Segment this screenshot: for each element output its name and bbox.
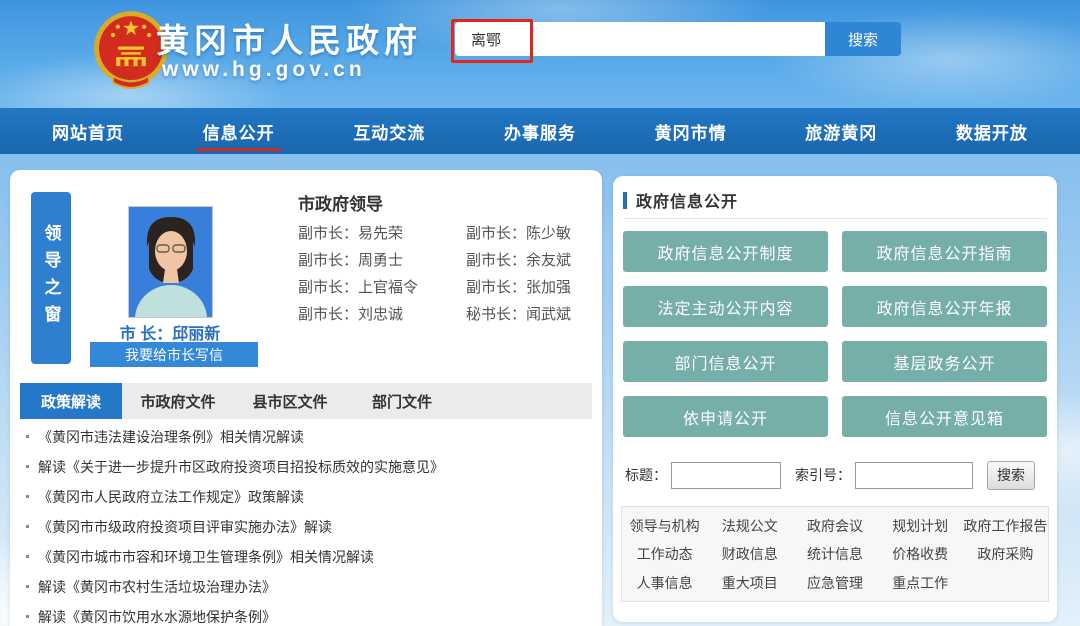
panel-search-button[interactable]: 搜索 — [987, 461, 1035, 490]
mayor-portrait-image — [129, 207, 213, 318]
gov-info-disclosure-card: 政府信息公开 政府信息公开制度 政府信息公开指南 法定主动公开内容 政府信息公开… — [613, 176, 1057, 622]
btn-grassroots-disclosure[interactable]: 基层政务公开 — [842, 341, 1047, 382]
list-item[interactable]: 《黄冈市城市市容和环境卫生管理条例》相关情况解读 — [24, 548, 596, 566]
policy-interpretation-list: 《黄冈市违法建设治理条例》相关情况解读 解读《关于进一步提升市区政府投资项目招投… — [24, 428, 596, 626]
leader-window-tab[interactable]: 领导之窗 — [31, 192, 71, 364]
list-item[interactable]: 《黄冈市市级政府投资项目评审实施办法》解读 — [24, 518, 596, 536]
header-search-button[interactable]: 搜索 — [825, 22, 901, 56]
site-url: www.hg.gov.cn — [162, 58, 366, 82]
quick-link[interactable]: 应急管理 — [807, 573, 863, 593]
quick-links-panel: 领导与机构 法规公文 政府会议 规划计划 政府工作报告 工作动态 财政信息 统计… — [621, 506, 1049, 602]
leader-entry[interactable]: 副市长：上官福令 — [298, 279, 466, 296]
quick-link[interactable]: 价格收费 — [892, 544, 948, 564]
quick-link[interactable]: 政府采购 — [977, 544, 1033, 564]
leader-and-policy-card: 领导之窗 市 长：邱丽新 我要给市长写信 市政府领导 副市长：易先荣 副市长：陈… — [10, 170, 602, 626]
leader-entry[interactable]: 副市长：余友斌 — [466, 252, 598, 269]
mayor-name-link[interactable]: 市 长：邱丽新 — [70, 320, 270, 344]
document-tab-bar: 政策解读 市政府文件 县市区文件 部门文件 — [20, 383, 592, 419]
main-nav: 网站首页 信息公开 互动交流 办事服务 黄冈市情 旅游黄冈 数据开放 — [0, 108, 1080, 154]
quick-link[interactable]: 重点工作 — [892, 573, 948, 593]
nav-item-info-disclosure[interactable]: 信息公开 — [203, 108, 275, 154]
quick-link[interactable]: 工作动态 — [637, 544, 693, 564]
divider — [623, 218, 1047, 219]
btn-disclosure-guide[interactable]: 政府信息公开指南 — [842, 231, 1047, 272]
nav-item-services[interactable]: 办事服务 — [504, 108, 576, 154]
site-header: 黄冈市人民政府 www.hg.gov.cn 搜索 — [0, 0, 1080, 108]
tab-department-documents[interactable]: 部门文件 — [346, 383, 458, 419]
page: 黄冈市人民政府 www.hg.gov.cn 搜索 网站首页 信息公开 互动交流 … — [0, 0, 1080, 626]
site-title: 黄冈市人民政府 — [156, 14, 422, 62]
title-search-input[interactable] — [671, 462, 781, 489]
quick-link[interactable]: 法规公文 — [722, 516, 778, 536]
list-item[interactable]: 解读《黄冈市饮用水水源地保护条例》 — [24, 608, 596, 626]
panel-title: 政府信息公开 — [636, 188, 738, 212]
index-number-input[interactable] — [855, 462, 973, 489]
nav-item-interaction[interactable]: 互动交流 — [353, 108, 425, 154]
btn-disclosure-on-request[interactable]: 依申请公开 — [623, 396, 828, 437]
leader-entry[interactable]: 副市长：陈少敏 — [466, 225, 598, 242]
nav-item-open-data[interactable]: 数据开放 — [956, 108, 1028, 154]
btn-disclosure-system[interactable]: 政府信息公开制度 — [623, 231, 828, 272]
btn-annual-report[interactable]: 政府信息公开年报 — [842, 286, 1047, 327]
write-to-mayor-button[interactable]: 我要给市长写信 — [90, 342, 258, 367]
mayor-portrait-photo[interactable] — [128, 206, 213, 318]
gov-leaders-heading: 市政府领导 — [298, 190, 383, 215]
nav-item-city-profile[interactable]: 黄冈市情 — [655, 108, 727, 154]
tab-policy-interpretation[interactable]: 政策解读 — [20, 383, 122, 419]
document-search-form: 标题： 索引号： 搜索 — [625, 460, 1049, 490]
btn-department-disclosure[interactable]: 部门信息公开 — [623, 341, 828, 382]
quick-link[interactable]: 规划计划 — [892, 516, 948, 536]
list-item[interactable]: 《黄冈市人民政府立法工作规定》政策解读 — [24, 488, 596, 506]
title-accent-bar — [623, 192, 627, 209]
title-field-label: 标题： — [625, 465, 667, 485]
leader-entry[interactable]: 副市长：张加强 — [466, 279, 598, 296]
nav-item-tourism[interactable]: 旅游黄冈 — [805, 108, 877, 154]
list-item[interactable]: 解读《关于进一步提升市区政府投资项目招投标质效的实施意见》 — [24, 458, 596, 476]
leader-entry[interactable]: 副市长：刘忠诚 — [298, 306, 466, 323]
leader-entry[interactable]: 副市长：周勇士 — [298, 252, 466, 269]
quick-link[interactable]: 政府工作报告 — [963, 516, 1047, 536]
btn-statutory-content[interactable]: 法定主动公开内容 — [623, 286, 828, 327]
info-disclosure-buttons: 政府信息公开制度 政府信息公开指南 法定主动公开内容 政府信息公开年报 部门信息… — [623, 231, 1047, 437]
leader-entry[interactable]: 秘书长：闻武斌 — [466, 306, 598, 323]
quick-link[interactable]: 人事信息 — [637, 573, 693, 593]
quick-link[interactable]: 重大项目 — [722, 573, 778, 593]
quick-link[interactable]: 政府会议 — [807, 516, 863, 536]
tab-city-gov-documents[interactable]: 市政府文件 — [122, 383, 234, 419]
list-item[interactable]: 《黄冈市违法建设治理条例》相关情况解读 — [24, 428, 596, 446]
quick-link[interactable]: 领导与机构 — [630, 516, 700, 536]
quick-link[interactable]: 财政信息 — [722, 544, 778, 564]
tab-county-documents[interactable]: 县市区文件 — [234, 383, 346, 419]
quick-link[interactable]: 统计信息 — [807, 544, 863, 564]
panel-title-row: 政府信息公开 — [623, 188, 738, 212]
header-search-input[interactable] — [455, 22, 825, 56]
gov-leaders-list: 副市长：易先荣 副市长：陈少敏 副市长：周勇士 副市长：余友斌 副市长：上官福令… — [298, 225, 598, 323]
nav-item-home[interactable]: 网站首页 — [52, 108, 124, 154]
btn-suggestion-box[interactable]: 信息公开意见箱 — [842, 396, 1047, 437]
list-item[interactable]: 解读《黄冈市农村生活垃圾治理办法》 — [24, 578, 596, 596]
index-field-label: 索引号： — [795, 465, 851, 485]
leader-entry[interactable]: 副市长：易先荣 — [298, 225, 466, 242]
